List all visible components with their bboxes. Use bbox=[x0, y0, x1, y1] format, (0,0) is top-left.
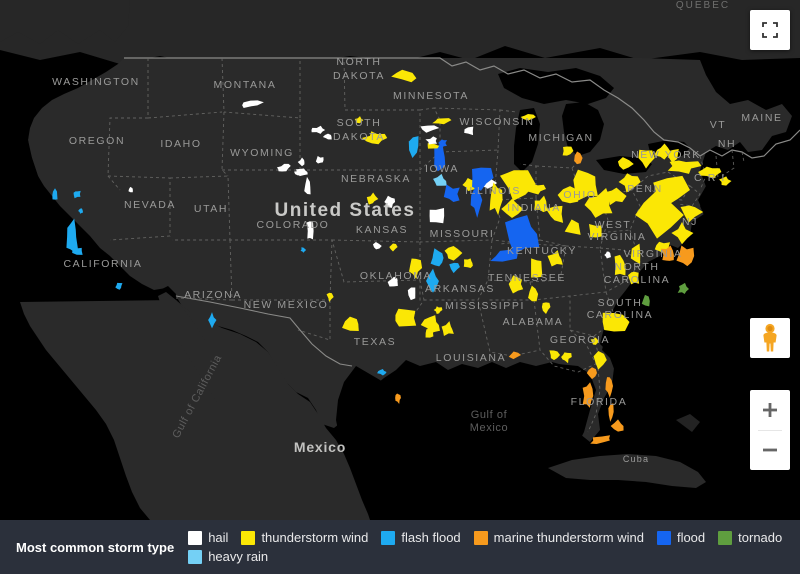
legend-item-label: marine thunderstorm wind bbox=[493, 530, 644, 545]
storm-region-thunderstorm-wind[interactable] bbox=[425, 328, 434, 338]
zoom-out-button[interactable] bbox=[750, 431, 790, 471]
legend-color-swatch bbox=[381, 530, 396, 545]
legend-item-label: tornado bbox=[738, 530, 783, 545]
storm-region-thunderstorm-wind[interactable] bbox=[395, 308, 417, 327]
legend-item[interactable]: hail bbox=[188, 530, 228, 545]
google-map-canvas[interactable]: WASHINGTON MONTANA NORTH DAKOTA MINNESOTA ORE… bbox=[0, 0, 800, 520]
pegman-icon bbox=[763, 323, 777, 352]
legend-item[interactable]: flash flood bbox=[381, 530, 461, 545]
storm-region-thunderstorm-wind[interactable] bbox=[588, 223, 602, 238]
map-application: WASHINGTON MONTANA NORTH DAKOTA MINNESOTA ORE… bbox=[0, 0, 800, 574]
legend-item-label: heavy rain bbox=[208, 549, 269, 564]
fullscreen-icon bbox=[762, 22, 778, 38]
minus-icon bbox=[763, 448, 777, 452]
plus-icon bbox=[763, 402, 777, 417]
legend-item[interactable]: tornado bbox=[718, 530, 782, 545]
legend-color-swatch bbox=[241, 530, 256, 545]
zoom-control-group[interactable] bbox=[750, 390, 790, 470]
legend-item[interactable]: heavy rain bbox=[188, 549, 268, 564]
legend-title: Most common storm type bbox=[16, 539, 175, 555]
legend-item[interactable]: thunderstorm wind bbox=[241, 530, 368, 545]
legend-color-swatch bbox=[718, 530, 733, 545]
legend-item[interactable]: flood bbox=[656, 530, 706, 545]
legend-color-swatch bbox=[188, 549, 203, 564]
legend-item-label: hail bbox=[208, 530, 229, 545]
legend-color-swatch bbox=[473, 530, 488, 545]
map-vector-layer: WASHINGTON MONTANANORTHDAKOTAMINNESOTAORE… bbox=[0, 0, 800, 520]
storm-region-thunderstorm-wind[interactable] bbox=[531, 258, 543, 278]
legend-color-swatch bbox=[188, 530, 203, 545]
legend-color-swatch bbox=[656, 530, 671, 545]
map-legend: Most common storm type hail thunderstorm … bbox=[0, 520, 800, 574]
legend-item-list: hail thunderstorm wind flash flood marine t… bbox=[188, 530, 800, 564]
legend-item-label: flood bbox=[676, 530, 706, 545]
zoom-in-button[interactable] bbox=[750, 390, 790, 430]
fullscreen-button[interactable] bbox=[750, 10, 790, 50]
storm-region-hail[interactable] bbox=[306, 221, 314, 240]
legend-item[interactable]: marine thunderstorm wind bbox=[473, 530, 644, 545]
storm-region-hail[interactable] bbox=[429, 207, 445, 224]
legend-item-label: flash flood bbox=[401, 530, 461, 545]
street-view-pegman-button[interactable] bbox=[750, 318, 790, 358]
legend-item-label: thunderstorm wind bbox=[261, 530, 369, 545]
